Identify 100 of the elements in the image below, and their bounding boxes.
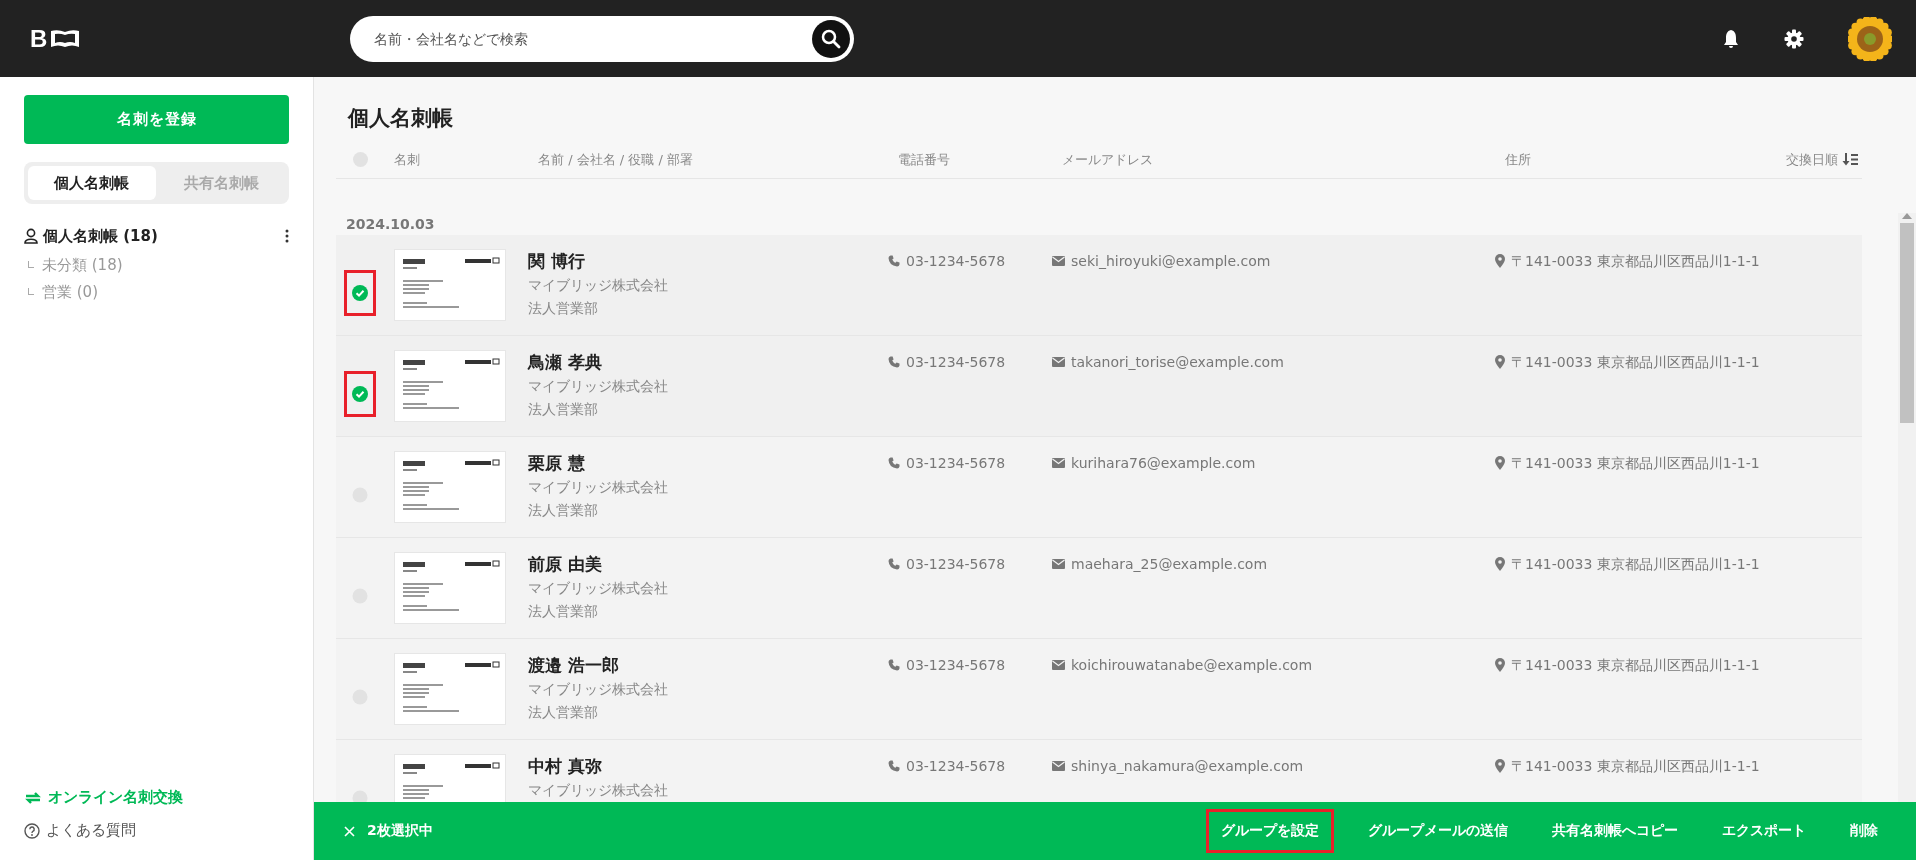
action-button[interactable]: グループメールの送信: [1358, 809, 1518, 853]
card-row[interactable]: 栗原 慧 マイブリッジ株式会社 法人営業部 03-1234-5678 kurihara76@example.com 〒141-0033 東京都品川区西品川1-1-1: [336, 437, 1862, 538]
company-name: マイブリッジ株式会社: [528, 579, 669, 598]
department: 法人営業部: [528, 400, 599, 419]
company-name: マイブリッジ株式会社: [528, 276, 669, 295]
action-button[interactable]: グループを設定: [1206, 809, 1334, 853]
location-pin-icon: [1495, 658, 1505, 672]
location-pin-icon: [1495, 456, 1505, 470]
email-address: kurihara76@example.com: [1071, 454, 1256, 473]
folder-item[interactable]: 未分類 (18): [42, 256, 123, 275]
column-header: 住所: [1504, 150, 1532, 169]
search-icon: [821, 28, 841, 49]
card-row[interactable]: 前原 由美 マイブリッジ株式会社 法人営業部 03-1234-5678 maehara_25@example.com 〒141-0033 東京都品川区西品川1-1-1: [336, 538, 1862, 639]
settings-icon[interactable]: [1784, 28, 1804, 49]
bell-icon[interactable]: [1722, 28, 1740, 49]
phone-icon: [888, 558, 900, 570]
contact-name: 関 博行: [528, 250, 586, 272]
card-row[interactable]: 中村 真弥 マイブリッジ株式会社 03-1234-5678 shinya_nakamura@example.com 〒141-0033 東京都品川区西品川1-1-1: [336, 740, 1862, 802]
column-header: メールアドレス: [1061, 150, 1154, 169]
card-row[interactable]: 鳥瀬 孝典 マイブリッジ株式会社 法人営業部 03-1234-5678 takanori_torise@example.com 〒141-0033 東京都品川区西品川1-1-1: [336, 336, 1862, 437]
branch-icon: [28, 288, 34, 295]
tab[interactable]: 個人名刺帳: [28, 166, 156, 200]
postal-address: 〒141-0033 東京都品川区西品川1-1-1: [1511, 555, 1760, 574]
exchange-icon: [24, 790, 42, 805]
card-row[interactable]: 渡邉 浩一郎 マイブリッジ株式会社 法人営業部 03-1234-5678 koichirouwatanabe@example.com 〒141-0033 東京都品川区西品川1-1-1: [336, 639, 1862, 740]
logo[interactable]: B: [30, 24, 86, 53]
mail-icon: [1052, 256, 1065, 266]
postal-address: 〒141-0033 東京都品川区西品川1-1-1: [1511, 757, 1760, 776]
contact-name: 渡邉 浩一郎: [528, 654, 620, 676]
sidebar-link[interactable]: よくある質問: [46, 821, 136, 840]
phone-number: 03-1234-5678: [906, 353, 1006, 372]
row-checkbox[interactable]: [352, 789, 368, 802]
card-row[interactable]: 関 博行 マイブリッジ株式会社 法人営業部 03-1234-5678 seki_hiroyuki@example.com 〒141-0033 東京都品川区西品川1-1-1: [336, 235, 1862, 336]
sidebar-link[interactable]: オンライン名刺交換: [48, 788, 183, 807]
phone-icon: [888, 760, 900, 772]
company-name: マイブリッジ株式会社: [528, 478, 669, 497]
row-checkbox[interactable]: [352, 284, 368, 301]
folder-item[interactable]: 営業 (0): [42, 283, 98, 302]
avatar-icon[interactable]: [1848, 16, 1892, 61]
phone-icon: [888, 255, 900, 267]
column-header: 名前 / 会社名 / 役職 / 部署: [537, 150, 694, 169]
phone-number: 03-1234-5678: [906, 454, 1006, 473]
mail-icon: [1052, 357, 1065, 367]
postal-address: 〒141-0033 東京都品川区西品川1-1-1: [1511, 353, 1760, 372]
phone-icon: [888, 356, 900, 368]
sort-icon[interactable]: [1842, 153, 1858, 166]
location-pin-icon: [1495, 355, 1505, 369]
company-name: マイブリッジ株式会社: [528, 377, 669, 396]
column-header: 名刺: [393, 150, 421, 169]
action-button[interactable]: 削除: [1840, 809, 1888, 853]
phone-icon: [888, 659, 900, 671]
location-pin-icon: [1495, 254, 1505, 268]
company-name: マイブリッジ株式会社: [528, 781, 669, 800]
contact-name: 栗原 慧: [528, 452, 586, 474]
department: 法人営業部: [528, 703, 599, 722]
page-title: 個人名刺帳: [346, 105, 454, 132]
register-button[interactable]: 名刺を登録: [24, 95, 289, 144]
mail-icon: [1052, 458, 1065, 468]
date-heading: 2024.10.03: [345, 215, 436, 234]
email-address: koichirouwatanabe@example.com: [1071, 656, 1313, 675]
row-checkbox[interactable]: [352, 385, 368, 402]
caret-up-icon: [1902, 213, 1912, 219]
postal-address: 〒141-0033 東京都品川区西品川1-1-1: [1511, 252, 1760, 271]
phone-number: 03-1234-5678: [906, 555, 1006, 574]
phone-number: 03-1234-5678: [906, 757, 1006, 776]
sort-label[interactable]: 交換日順: [1786, 150, 1838, 169]
mail-icon: [1052, 660, 1065, 670]
department: 法人営業部: [528, 602, 599, 621]
column-header: 電話番号: [897, 150, 951, 169]
mail-icon: [1052, 559, 1065, 569]
email-address: seki_hiroyuki@example.com: [1071, 252, 1271, 271]
department: 法人営業部: [528, 501, 599, 520]
department: 法人営業部: [528, 299, 599, 318]
email-address: takanori_torise@example.com: [1071, 353, 1284, 372]
more-icon[interactable]: [285, 229, 289, 243]
postal-address: 〒141-0033 東京都品川区西品川1-1-1: [1511, 454, 1760, 473]
branch-icon: [28, 261, 34, 268]
location-pin-icon: [1495, 557, 1505, 571]
location-pin-icon: [1495, 759, 1505, 773]
contact-name: 中村 真弥: [528, 755, 603, 777]
close-icon: [344, 825, 355, 837]
phone-number: 03-1234-5678: [906, 252, 1006, 271]
postal-address: 〒141-0033 東京都品川区西品川1-1-1: [1511, 656, 1760, 675]
search-field[interactable]: 名前・会社名などで検索: [350, 15, 854, 62]
email-address: shinya_nakamura@example.com: [1071, 757, 1304, 776]
phone-icon: [888, 457, 900, 469]
action-button[interactable]: エクスポート: [1712, 809, 1816, 853]
company-name: マイブリッジ株式会社: [528, 680, 669, 699]
person-icon: [24, 228, 38, 244]
action-button[interactable]: 共有名刺帳へコピー: [1542, 809, 1688, 853]
scrollbar[interactable]: [1898, 213, 1916, 802]
help-icon: [24, 822, 40, 839]
contact-name: 鳥瀬 孝典: [528, 351, 603, 373]
contact-name: 前原 由美: [528, 553, 603, 575]
tab[interactable]: 共有名刺帳: [157, 166, 285, 200]
mail-icon: [1052, 761, 1065, 771]
folder-item[interactable]: 個人名刺帳 (18): [43, 226, 280, 246]
selection-count: 2枚選択中: [367, 822, 434, 840]
phone-number: 03-1234-5678: [906, 656, 1006, 675]
email-address: maehara_25@example.com: [1071, 555, 1268, 574]
